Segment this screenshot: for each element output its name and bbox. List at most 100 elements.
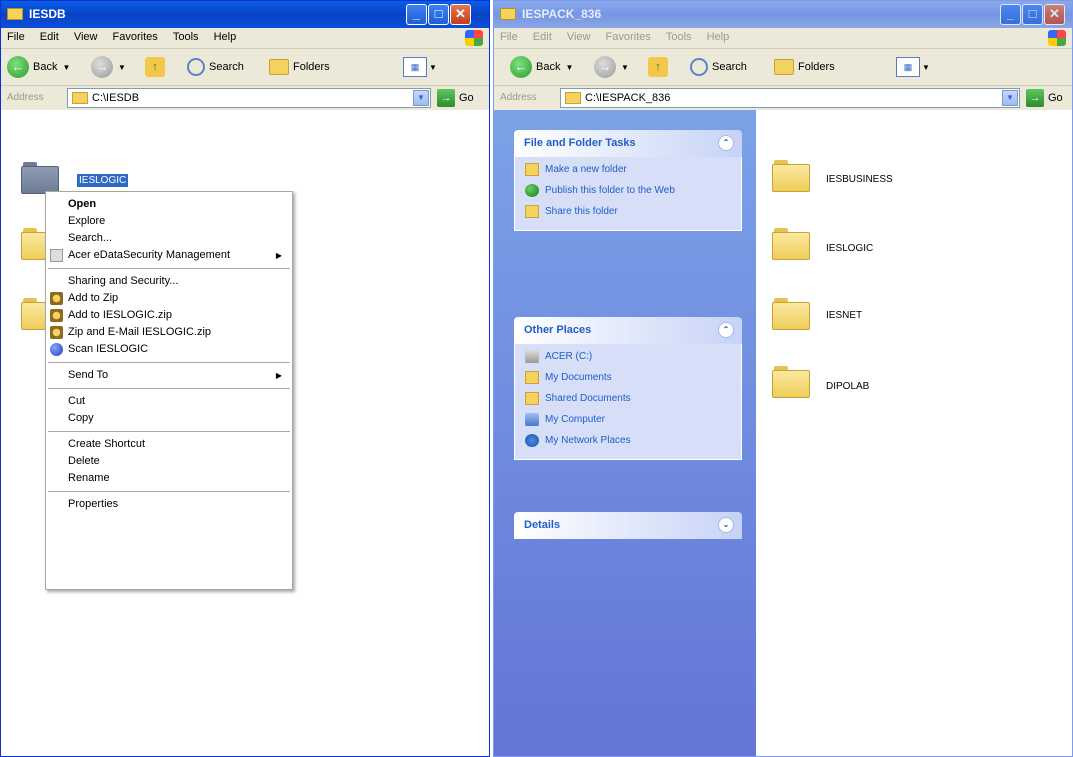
menu-tools[interactable]: Tools: [167, 28, 205, 46]
title-bar[interactable]: IESPACK_836 _ □ ✕: [494, 1, 1072, 28]
close-button[interactable]: ✕: [1044, 4, 1065, 25]
menu-item-search[interactable]: Search...: [46, 230, 292, 247]
menu-file[interactable]: File: [494, 28, 524, 46]
menu-bar: File Edit View Favorites Tools Help: [494, 28, 1072, 49]
menu-item-copy[interactable]: Copy: [46, 410, 292, 427]
folder-icon[interactable]: [772, 228, 810, 260]
chevron-down-icon: ▼: [621, 62, 629, 72]
menu-item-sharing-security[interactable]: Sharing and Security...: [46, 273, 292, 290]
menu-separator: [48, 431, 290, 432]
back-arrow-icon: ←: [7, 56, 29, 78]
menu-item-delete[interactable]: Delete: [46, 453, 292, 470]
views-button[interactable]: ▦ ▼: [896, 55, 930, 79]
folder-label[interactable]: IESLOGIC: [826, 243, 873, 254]
share-folder-icon: [525, 205, 539, 218]
folder-icon[interactable]: [772, 298, 810, 330]
address-bar: Address C:\IESDB ▼ → Go: [1, 86, 489, 111]
menu-help[interactable]: Help: [208, 28, 243, 46]
minimize-button[interactable]: _: [406, 4, 427, 25]
address-input[interactable]: C:\IESPACK_836 ▼: [560, 88, 1020, 108]
place-my-network-places[interactable]: My Network Places: [525, 434, 733, 451]
place-acer-drive[interactable]: ACER (C:): [525, 350, 733, 367]
chevron-down-icon: ▼: [429, 62, 437, 72]
close-button[interactable]: ✕: [450, 4, 471, 25]
maximize-button[interactable]: □: [1022, 4, 1043, 25]
task-make-new-folder[interactable]: Make a new folder: [525, 163, 733, 180]
submenu-arrow-icon: ▶: [275, 371, 282, 380]
folder-icon[interactable]: [772, 160, 810, 192]
menu-item-scan[interactable]: Scan IESLOGIC: [46, 341, 292, 358]
menu-item-create-shortcut[interactable]: Create Shortcut: [46, 436, 292, 453]
panel-header[interactable]: Other Places ⌃: [514, 317, 742, 344]
menu-item-add-to-zip[interactable]: Add to Zip: [46, 290, 292, 307]
menu-item-rename[interactable]: Rename: [46, 470, 292, 487]
menu-edit[interactable]: Edit: [34, 28, 65, 46]
address-input[interactable]: C:\IESDB ▼: [67, 88, 431, 108]
expand-chevron-icon[interactable]: ⌄: [718, 517, 734, 533]
place-my-computer[interactable]: My Computer: [525, 413, 733, 430]
up-folder-button[interactable]: ↑: [648, 55, 668, 79]
place-shared-documents[interactable]: Shared Documents: [525, 392, 733, 409]
chevron-down-icon[interactable]: ▼: [413, 90, 429, 106]
submenu-arrow-icon: ▶: [275, 251, 282, 260]
menu-item-send-to[interactable]: Send To ▶: [46, 367, 292, 384]
menu-item-add-to-ieslogic-zip[interactable]: Add to IESLOGIC.zip: [46, 307, 292, 324]
folders-button[interactable]: Folders: [269, 55, 330, 79]
menu-item-cut[interactable]: Cut: [46, 393, 292, 410]
collapse-chevron-icon[interactable]: ⌃: [718, 135, 734, 151]
task-share-folder[interactable]: Share this folder: [525, 205, 733, 222]
title-bar[interactable]: IESDB _ □ ✕: [1, 1, 489, 28]
menu-bar: File Edit View Favorites Tools Help: [1, 28, 489, 49]
folders-icon: [269, 59, 289, 75]
toolbar: ← Back ▼ → ▼ ↑ Search Folders ▦ ▼: [494, 49, 1072, 86]
menu-item-acer-edatasecurity[interactable]: Acer eDataSecurity Management ▶: [46, 247, 292, 264]
menu-item-properties[interactable]: Properties: [46, 496, 292, 513]
back-button[interactable]: ← Back ▼: [510, 55, 573, 79]
menu-file[interactable]: File: [1, 28, 31, 46]
menu-view[interactable]: View: [68, 28, 104, 46]
folders-button[interactable]: Folders: [774, 55, 835, 79]
menu-tools[interactable]: Tools: [660, 28, 698, 46]
folder-label[interactable]: DIPOLAB: [826, 381, 869, 392]
minimize-button[interactable]: _: [1000, 4, 1021, 25]
folder-label[interactable]: IESNET: [826, 310, 862, 321]
chevron-down-icon[interactable]: ▼: [1002, 90, 1018, 106]
explorer-body: File and Folder Tasks ⌃ Make a new folde…: [494, 110, 1072, 756]
menu-item-zip-email[interactable]: Zip and E-Mail IESLOGIC.zip: [46, 324, 292, 341]
task-publish-web[interactable]: Publish this folder to the Web: [525, 184, 733, 201]
go-button[interactable]: → Go: [1026, 89, 1063, 107]
collapse-chevron-icon[interactable]: ⌃: [718, 322, 734, 338]
panel-header[interactable]: File and Folder Tasks ⌃: [514, 130, 742, 157]
winzip-icon: [50, 309, 63, 322]
views-button[interactable]: ▦ ▼: [403, 55, 437, 79]
place-my-documents[interactable]: My Documents: [525, 371, 733, 388]
menu-item-explore[interactable]: Explore: [46, 213, 292, 230]
back-button[interactable]: ← Back ▼: [7, 55, 70, 79]
forward-button[interactable]: → ▼: [594, 55, 629, 79]
menu-item-open[interactable]: Open: [46, 196, 292, 213]
views-icon: ▦: [403, 57, 427, 77]
folder-icon: [7, 8, 23, 20]
menu-view[interactable]: View: [561, 28, 597, 46]
selected-folder-label[interactable]: IESLOGIC: [77, 174, 129, 187]
panel-header[interactable]: Details ⌄: [514, 512, 742, 539]
go-button[interactable]: → Go: [437, 89, 474, 107]
address-bar: Address C:\IESPACK_836 ▼ → Go: [494, 86, 1072, 111]
search-button[interactable]: Search: [187, 55, 244, 79]
menu-edit[interactable]: Edit: [527, 28, 558, 46]
search-button[interactable]: Search: [690, 55, 747, 79]
up-arrow-icon: ↑: [648, 57, 668, 77]
address-value: C:\IESPACK_836: [585, 92, 671, 104]
menu-favorites[interactable]: Favorites: [107, 28, 164, 46]
folder-icon[interactable]: [772, 366, 810, 398]
folder-label[interactable]: IESBUSINESS: [826, 174, 893, 185]
forward-button[interactable]: → ▼: [91, 55, 126, 79]
forward-arrow-icon: →: [594, 56, 616, 78]
folder-icon: [72, 92, 88, 104]
folder-icon[interactable]: [21, 162, 59, 194]
up-folder-button[interactable]: ↑: [145, 55, 165, 79]
menu-help[interactable]: Help: [701, 28, 736, 46]
menu-favorites[interactable]: Favorites: [600, 28, 657, 46]
iespack-window: IESPACK_836 _ □ ✕ File Edit View Favorit…: [493, 0, 1073, 757]
maximize-button[interactable]: □: [428, 4, 449, 25]
